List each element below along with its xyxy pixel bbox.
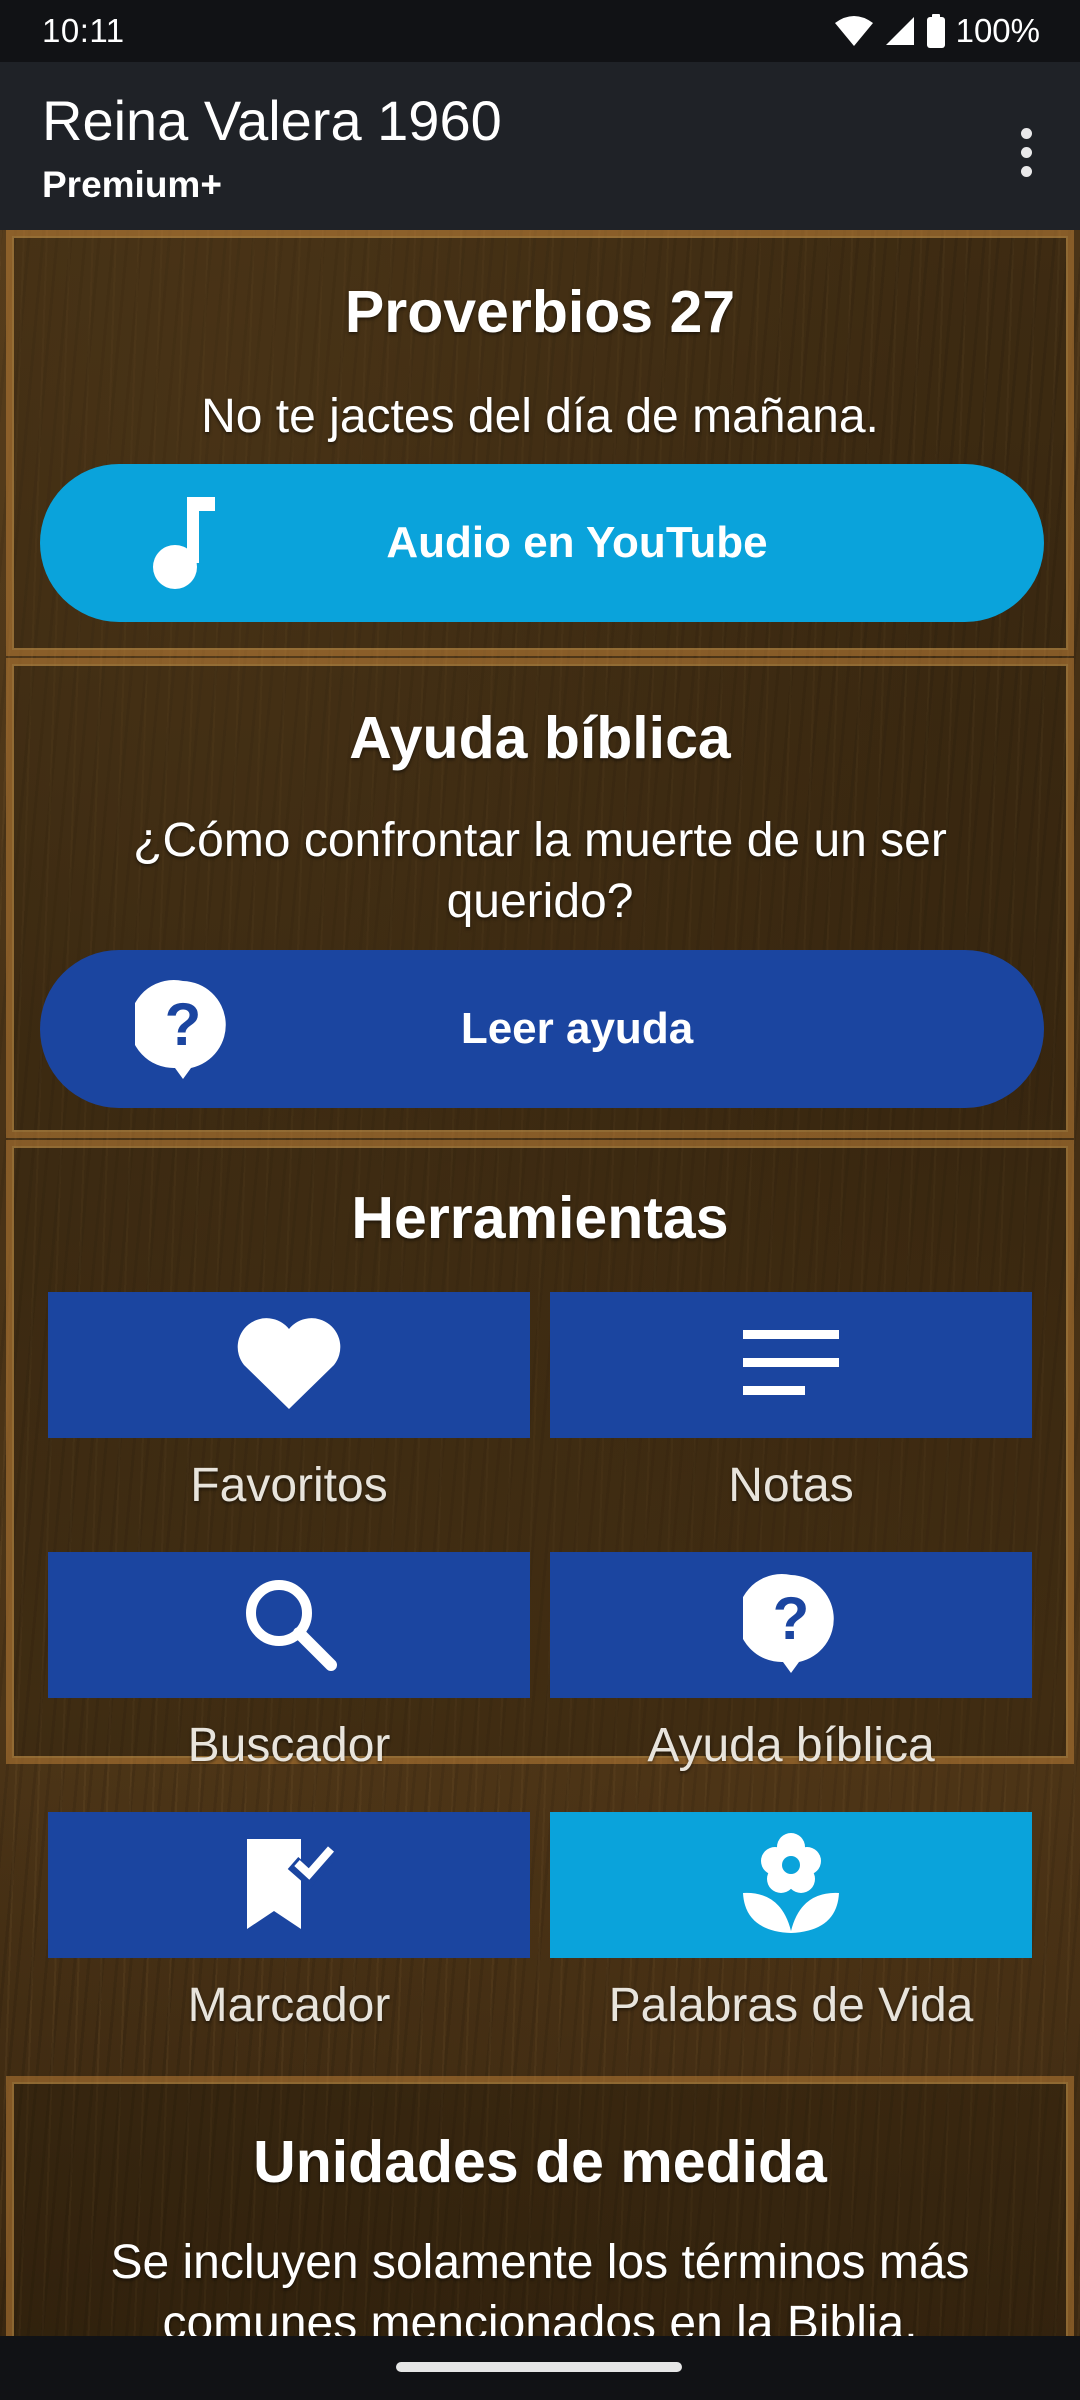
app-subtitle: Premium+: [42, 164, 222, 205]
cell-signal-icon: [884, 15, 916, 47]
status-icons: 100%: [834, 12, 1040, 50]
bookmark-check-icon: [239, 1833, 342, 1938]
audio-youtube-button[interactable]: Audio en YouTube: [40, 464, 1044, 622]
help-card: Ayuda bíblica ¿Cómo confrontar la muerte…: [12, 664, 1068, 1132]
help-card-text: ¿Cómo confrontar la muerte de un ser que…: [133, 814, 947, 928]
navigation-bar: [0, 2336, 1080, 2400]
more-vert-icon[interactable]: [994, 112, 1058, 192]
music-note-icon: [128, 488, 238, 598]
status-bar: 10:11 100%: [0, 0, 1080, 62]
favorites-label: Favoritos: [190, 1459, 388, 1512]
svg-text:?: ?: [773, 1585, 810, 1652]
question-bubble-icon: ?: [737, 1571, 839, 1680]
notes-button[interactable]: [550, 1292, 1032, 1438]
units-card-text: Se incluyen solamente los términos más c…: [110, 2236, 970, 2336]
read-help-button[interactable]: ? Leer ayuda: [40, 950, 1044, 1108]
app-bar: Reina Valera 1960 Premium+: [0, 62, 1080, 230]
wifi-icon: [834, 15, 874, 47]
verse-card: Proverbios 27 No te jactes del día de ma…: [12, 236, 1068, 650]
app-title: Reina Valera 1960: [42, 89, 502, 152]
svg-text:?: ?: [165, 991, 202, 1058]
notes-label: Notas: [728, 1459, 854, 1512]
search-label: Buscador: [187, 1719, 391, 1772]
question-bubble-icon: ?: [128, 974, 238, 1084]
notes-lines-icon: [743, 1328, 839, 1403]
battery-icon: [926, 14, 946, 48]
heart-icon: [234, 1315, 344, 1416]
help-card-title: Ayuda bíblica: [349, 705, 731, 771]
bookmark-label: Marcador: [187, 1979, 391, 2032]
home-gesture-handle[interactable]: [396, 2362, 682, 2372]
screen: 10:11 100% Reina Valera 1960 Premium+ Pr…: [0, 0, 1080, 2400]
bookmark-button[interactable]: [48, 1812, 530, 1958]
verse-card-text: No te jactes del día de mañana.: [201, 390, 879, 443]
favorites-button[interactable]: [48, 1292, 530, 1438]
words-of-life-button[interactable]: [550, 1812, 1032, 1958]
words-of-life-label: Palabras de Vida: [608, 1979, 974, 2032]
tools-card-title: Herramientas: [351, 1185, 729, 1251]
units-card: Unidades de medida Se incluyen solamente…: [12, 2082, 1068, 2336]
flower-icon: [741, 1831, 841, 1940]
battery-percent: 100%: [955, 12, 1040, 49]
search-icon: [241, 1575, 337, 1676]
audio-youtube-label: Audio en YouTube: [386, 518, 768, 567]
verse-card-title: Proverbios 27: [344, 279, 736, 345]
home-content: Proverbios 27 No te jactes del día de ma…: [0, 230, 1080, 2336]
read-help-label: Leer ayuda: [460, 1004, 694, 1053]
bible-help-label: Ayuda bíblica: [647, 1719, 935, 1772]
bible-help-button[interactable]: ?: [550, 1552, 1032, 1698]
status-time: 10:11: [42, 12, 125, 49]
search-button[interactable]: [48, 1552, 530, 1698]
units-card-title: Unidades de medida: [253, 2129, 827, 2195]
